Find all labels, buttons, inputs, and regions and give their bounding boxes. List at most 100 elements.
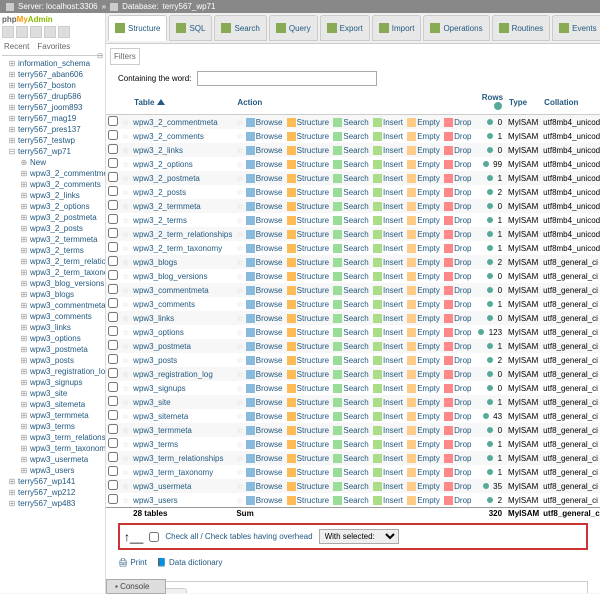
row-checkbox[interactable] <box>108 410 118 420</box>
star-icon[interactable]: ☆ <box>122 216 129 225</box>
table-name-link[interactable]: wpw3_2_terms <box>133 216 187 225</box>
tree-table[interactable]: ⊞wpw3_users <box>8 465 103 476</box>
search-link[interactable]: Search <box>333 230 368 239</box>
insert-link[interactable]: Insert <box>373 426 403 435</box>
search-link[interactable]: Search <box>333 328 368 337</box>
browse-link[interactable]: Browse <box>246 216 283 225</box>
col-collation[interactable]: Collation <box>541 90 600 115</box>
structure-link[interactable]: Structure <box>287 216 329 225</box>
star-icon[interactable]: ☆ <box>122 370 129 379</box>
tree-new[interactable]: ⊕New <box>8 157 103 168</box>
print-link[interactable]: 🖨 Print <box>118 558 147 567</box>
star-icon[interactable]: ☆ <box>122 146 129 155</box>
tree-table[interactable]: ⊞wpw3_site <box>8 388 103 399</box>
fav-icon[interactable]: ☆ <box>236 160 243 169</box>
browse-link[interactable]: Browse <box>246 398 283 407</box>
tree-table[interactable]: ⊞wpw3_2_posts <box>8 223 103 234</box>
structure-link[interactable]: Structure <box>287 146 329 155</box>
tree-table[interactable]: ⊞wpw3_sitemeta <box>8 399 103 410</box>
empty-link[interactable]: Empty <box>407 216 440 225</box>
table-name-link[interactable]: wpw3_termmeta <box>133 426 192 435</box>
browse-link[interactable]: Browse <box>246 482 283 491</box>
fav-icon[interactable]: ☆ <box>236 300 243 309</box>
tree-table[interactable]: ⊞wpw3_2_links <box>8 190 103 201</box>
row-checkbox[interactable] <box>108 312 118 322</box>
row-checkbox[interactable] <box>108 298 118 308</box>
fav-icon[interactable]: ☆ <box>236 342 243 351</box>
browse-link[interactable]: Browse <box>246 146 283 155</box>
drop-link[interactable]: Drop <box>444 202 471 211</box>
row-checkbox[interactable] <box>108 340 118 350</box>
fav-icon[interactable]: ☆ <box>236 146 243 155</box>
insert-link[interactable]: Insert <box>373 244 403 253</box>
structure-link[interactable]: Structure <box>287 314 329 323</box>
tab-export[interactable]: Export <box>320 15 370 41</box>
structure-link[interactable]: Structure <box>287 132 329 141</box>
insert-link[interactable]: Insert <box>373 356 403 365</box>
insert-link[interactable]: Insert <box>373 412 403 421</box>
drop-link[interactable]: Drop <box>444 258 471 267</box>
empty-link[interactable]: Empty <box>407 244 440 253</box>
browse-link[interactable]: Browse <box>246 426 283 435</box>
browse-link[interactable]: Browse <box>246 174 283 183</box>
search-link[interactable]: Search <box>333 160 368 169</box>
tree-table[interactable]: ⊞wpw3_commentmeta <box>8 300 103 311</box>
empty-link[interactable]: Empty <box>407 174 440 183</box>
structure-link[interactable]: Structure <box>287 286 329 295</box>
tree-table[interactable]: ⊞wpw3_registration_log <box>8 366 103 377</box>
tree-table[interactable]: ⊞wpw3_comments <box>8 311 103 322</box>
row-checkbox[interactable] <box>108 144 118 154</box>
insert-link[interactable]: Insert <box>373 342 403 351</box>
search-link[interactable]: Search <box>333 174 368 183</box>
insert-link[interactable]: Insert <box>373 482 403 491</box>
browse-link[interactable]: Browse <box>246 202 283 211</box>
tree-db[interactable]: ⊞terry567_wp141 <box>8 476 103 487</box>
star-icon[interactable]: ☆ <box>122 202 129 211</box>
star-icon[interactable]: ☆ <box>122 384 129 393</box>
insert-link[interactable]: Insert <box>373 132 403 141</box>
drop-link[interactable]: Drop <box>444 174 471 183</box>
empty-link[interactable]: Empty <box>407 118 440 127</box>
insert-link[interactable]: Insert <box>373 496 403 505</box>
star-icon[interactable]: ☆ <box>122 342 129 351</box>
search-link[interactable]: Search <box>333 496 368 505</box>
insert-link[interactable]: Insert <box>373 202 403 211</box>
search-link[interactable]: Search <box>333 314 368 323</box>
fav-icon[interactable]: ☆ <box>236 384 243 393</box>
fav-icon[interactable]: ☆ <box>236 286 243 295</box>
browse-link[interactable]: Browse <box>246 454 283 463</box>
insert-link[interactable]: Insert <box>373 370 403 379</box>
empty-link[interactable]: Empty <box>407 356 440 365</box>
star-icon[interactable]: ☆ <box>122 356 129 365</box>
browse-link[interactable]: Browse <box>246 342 283 351</box>
star-icon[interactable]: ☆ <box>122 132 129 141</box>
star-icon[interactable]: ☆ <box>122 328 129 337</box>
structure-link[interactable]: Structure <box>287 370 329 379</box>
tab-events[interactable]: Events <box>552 15 600 41</box>
structure-link[interactable]: Structure <box>287 384 329 393</box>
drop-link[interactable]: Drop <box>444 188 471 197</box>
star-icon[interactable]: ☆ <box>122 454 129 463</box>
tree-db[interactable]: ⊞terry567_aban606 <box>8 69 103 80</box>
table-name-link[interactable]: wpw3_2_term_relationships <box>133 230 232 239</box>
row-checkbox[interactable] <box>108 354 118 364</box>
table-name-link[interactable]: wpw3_commentmeta <box>133 286 209 295</box>
fav-icon[interactable]: ☆ <box>236 482 243 491</box>
search-link[interactable]: Search <box>333 188 368 197</box>
structure-link[interactable]: Structure <box>287 440 329 449</box>
tree-db[interactable]: ⊞terry567_boston <box>8 80 103 91</box>
fav-icon[interactable]: ☆ <box>236 216 243 225</box>
empty-link[interactable]: Empty <box>407 272 440 281</box>
browse-link[interactable]: Browse <box>246 370 283 379</box>
fav-icon[interactable]: ☆ <box>236 258 243 267</box>
table-name-link[interactable]: wpw3_signups <box>133 384 185 393</box>
empty-link[interactable]: Empty <box>407 300 440 309</box>
search-link[interactable]: Search <box>333 398 368 407</box>
search-link[interactable]: Search <box>333 482 368 491</box>
settings-icon[interactable] <box>44 26 56 38</box>
drop-link[interactable]: Drop <box>444 328 471 337</box>
drop-link[interactable]: Drop <box>444 468 471 477</box>
tree-table[interactable]: ⊞wpw3_2_term_relationships <box>8 256 103 267</box>
empty-link[interactable]: Empty <box>407 286 440 295</box>
table-name-link[interactable]: wpw3_2_options <box>133 160 193 169</box>
